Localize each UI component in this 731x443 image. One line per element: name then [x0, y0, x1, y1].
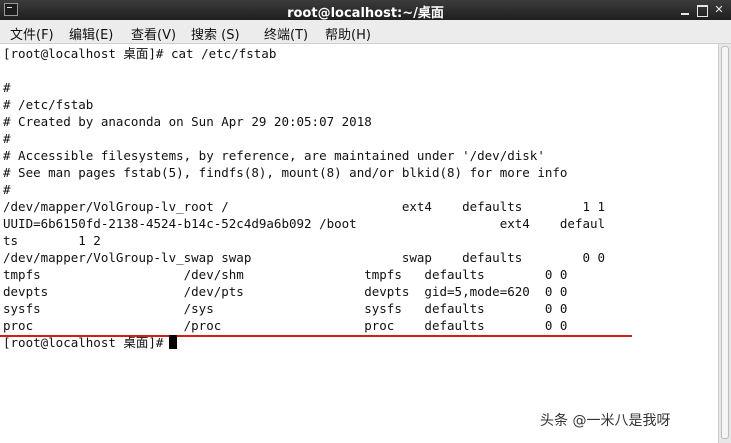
title-bar[interactable]: root@localhost:~/桌面 ✕ — [0, 0, 731, 21]
scrollbar-thumb[interactable] — [721, 46, 729, 439]
vertical-scrollbar[interactable] — [718, 44, 731, 443]
watermark: 头条 @一米八是我呀 — [540, 413, 671, 429]
terminal-line: # /etc/fstab — [3, 97, 94, 112]
terminal-window: root@localhost:~/桌面 ✕ 文件(F) 编辑(E) 查看(V) … — [0, 0, 731, 443]
terminal-line: # Created by anaconda on Sun Apr 29 20:0… — [3, 114, 372, 129]
menu-bar: 文件(F) 编辑(E) 查看(V) 搜索 (S) 终端(T) 帮助(H) — [0, 20, 731, 44]
menu-help[interactable]: 帮助(H) — [325, 24, 371, 43]
menu-file[interactable]: 文件(F) — [10, 24, 54, 43]
terminal-line: ts 1 2 — [3, 233, 101, 248]
prompt-line[interactable]: [root@localhost 桌面]# — [3, 334, 178, 351]
minimize-icon[interactable] — [678, 3, 692, 17]
terminal-output[interactable]: [root@localhost 桌面]# cat /etc/fstab # # … — [0, 44, 718, 443]
menu-view[interactable]: 查看(V) — [131, 24, 176, 43]
menu-edit[interactable]: 编辑(E) — [69, 24, 113, 43]
terminal-line: proc /proc proc defaults 0 0 — [3, 318, 568, 333]
terminal-line: UUID=6b6150fd-2138-4524-b14c-52c4d9a6b09… — [3, 216, 606, 231]
close-icon[interactable]: ✕ — [712, 3, 726, 17]
terminal-line: [root@localhost 桌面]# cat /etc/fstab — [3, 46, 277, 61]
menu-terminal[interactable]: 终端(T) — [264, 24, 308, 43]
shell-prompt: [root@localhost 桌面]# — [3, 335, 164, 350]
terminal-line: devpts /dev/pts devpts gid=5,mode=620 0 … — [3, 284, 568, 299]
terminal-line: sysfs /sys sysfs defaults 0 0 — [3, 301, 568, 316]
terminal-line: # — [3, 131, 11, 146]
menu-search[interactable]: 搜索 (S) — [191, 24, 240, 43]
text-cursor — [169, 335, 178, 349]
terminal-line: # See man pages fstab(5), findfs(8), mou… — [3, 165, 568, 180]
terminal-line: # Accessible filesystems, by reference, … — [3, 148, 545, 163]
window-title: root@localhost:~/桌面 — [287, 6, 444, 21]
terminal-line: tmpfs /dev/shm tmpfs defaults 0 0 — [3, 267, 568, 282]
terminal-line: /dev/mapper/VolGroup-lv_root / ext4 defa… — [3, 199, 606, 214]
terminal-line: # — [3, 182, 11, 197]
terminal-line: /dev/mapper/VolGroup-lv_swap swap swap d… — [3, 250, 606, 265]
terminal-line: # — [3, 80, 11, 95]
maximize-icon[interactable] — [695, 3, 709, 17]
